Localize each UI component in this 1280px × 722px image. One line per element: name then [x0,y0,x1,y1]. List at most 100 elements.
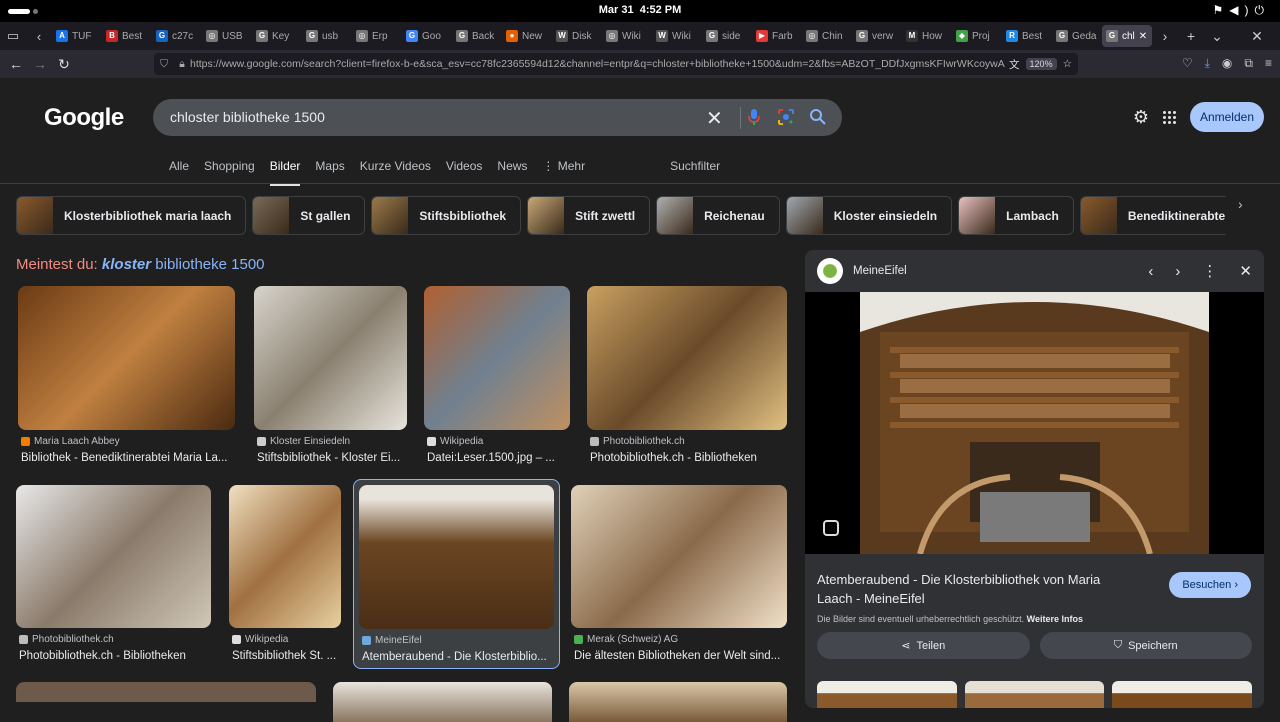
previous-icon[interactable]: ‹ [1148,263,1153,280]
site-name[interactable]: MeineEifel [853,265,1126,277]
result-source[interactable]: Merak (Schweiz) AG [574,634,787,645]
result-image-partial[interactable] [333,682,552,722]
microphone-icon[interactable] [747,108,761,126]
browser-tab[interactable]: ◆ Proj [952,25,1002,47]
browser-tab[interactable]: ◎ Chin [802,25,852,47]
menu-icon[interactable]: ≡ [1265,56,1272,71]
refinement-chip[interactable]: Kloster einsiedeln [785,196,953,235]
browser-tab[interactable]: G Goo [402,25,452,47]
search-filter-button[interactable]: Suchfilter [670,159,720,186]
result-source[interactable]: MeineEifel [362,635,554,646]
more-options-icon[interactable]: ⋮ [1202,262,1217,280]
tab-kurze-videos[interactable]: Kurze Videos [360,159,431,186]
translate-icon[interactable]: 文 [1009,57,1020,72]
result-source[interactable]: Kloster Einsiedeln [257,436,407,447]
browser-tab[interactable]: W Wiki [652,25,702,47]
reload-button[interactable]: ↻ [52,56,76,73]
image-result[interactable]: MeineEifel Atemberaubend - Die Klosterbib… [353,479,560,669]
browser-tab[interactable]: ◎ Erp [352,25,402,47]
browser-tab[interactable]: M How [902,25,952,47]
result-image[interactable] [359,485,554,629]
save-button[interactable]: ⛉ Speichern [1039,632,1252,659]
browser-tab[interactable]: G Geda [1052,25,1102,47]
lock-icon[interactable]: 🔒︎ [174,58,190,71]
tab-close-icon[interactable]: ✕ [1139,31,1147,42]
tab-list-button[interactable]: ⌄ [1204,28,1230,45]
sign-in-button[interactable]: Anmelden [1189,102,1264,132]
result-title[interactable]: Bibliothek - Benediktinerabtei Maria La.… [21,452,235,464]
next-icon[interactable]: › [1175,263,1180,280]
google-lens-icon[interactable] [778,109,794,125]
tab-overview-icon[interactable]: ▭ [0,28,26,44]
browser-tab[interactable]: ▶ Farb [752,25,802,47]
image-result[interactable]: Kloster Einsiedeln Stiftsbibliothek - Klo… [254,286,407,464]
tab-scroll-left-icon[interactable]: ‹ [26,29,52,44]
browser-tab[interactable]: ● New [502,25,552,47]
browser-tab[interactable]: B Best [102,25,152,47]
chips-next-icon[interactable]: › [1238,196,1243,212]
tab-bilder[interactable]: Bilder [269,159,301,186]
browser-tab[interactable]: G Back [452,25,502,47]
related-image[interactable] [817,681,957,708]
image-result[interactable]: Photobibliothek.ch Photobibliothek.ch - B… [16,485,211,662]
system-tray[interactable]: ⚑◀)⏻ [1213,3,1271,18]
result-source[interactable]: Wikipedia [427,436,570,447]
tab-shopping[interactable]: Shopping [204,159,255,186]
refinement-chip[interactable]: St gallen [252,196,366,235]
did-you-mean-link[interactable]: kloster bibliotheke 1500 [102,256,265,273]
result-image-partial[interactable] [569,682,787,722]
browser-tab[interactable]: ◎ USB [202,25,252,47]
lens-search-icon[interactable] [823,520,839,536]
zoom-level[interactable]: 120% [1025,58,1057,70]
tab-maps[interactable]: Maps [315,159,344,186]
result-image-partial[interactable] [16,682,316,702]
clear-search-icon[interactable]: ✕ [706,106,723,131]
refinement-chip[interactable]: Stift zwettl [527,196,651,235]
tab-alle[interactable]: Alle [169,159,189,186]
apps-grid-icon[interactable] [1162,110,1176,124]
result-title[interactable]: Photobibliothek.ch - Bibliotheken [19,650,211,662]
image-result[interactable]: Maria Laach Abbey Bibliothek - Benediktin… [18,286,235,464]
result-title[interactable]: Datei:Leser.1500.jpg – ... [427,452,570,464]
preview-image[interactable] [860,292,1209,554]
result-image[interactable] [571,485,787,628]
forward-button[interactable]: → [28,56,52,72]
browser-tab[interactable]: Gc27c [152,25,202,47]
address-bar[interactable]: ⛉ 🔒︎ https://www.google.com/search?clien… [154,53,1078,75]
account-icon[interactable]: ◉ [1222,56,1232,71]
search-icon[interactable] [809,108,826,125]
browser-tab[interactable]: Gusb [302,25,352,47]
shield-icon[interactable]: ⛉ [154,58,174,71]
result-image[interactable] [18,286,235,430]
more-info-link[interactable]: Weitere Infos [1027,614,1083,624]
close-icon[interactable]: ✕ [1239,262,1252,280]
related-image[interactable] [964,681,1105,708]
browser-tab[interactable]: G Key [252,25,302,47]
browser-tab[interactable]: Gchl ✕ [1102,25,1152,47]
refinement-chip[interactable]: Reichenau [656,196,780,235]
browser-tab[interactable]: W Disk [552,25,602,47]
result-source[interactable]: Photobibliothek.ch [19,634,211,645]
tab-videos[interactable]: Videos [446,159,482,186]
refinement-chip[interactable]: Stiftsbibliothek [371,196,522,235]
result-image[interactable] [16,485,211,628]
tab-scroll-right-icon[interactable]: › [1152,28,1178,44]
browser-tab[interactable]: Gverw [852,25,902,47]
image-result[interactable]: Photobibliothek.ch Photobibliothek.ch - B… [587,286,787,464]
image-result[interactable]: Wikipedia Datei:Leser.1500.jpg – ... [424,286,570,464]
refinement-chip[interactable]: Benediktinerabtei maria [1079,196,1226,235]
result-title[interactable]: Photobibliothek.ch - Bibliotheken [590,452,787,464]
result-title[interactable]: Stiftsbibliothek - Kloster Ei... [257,452,407,464]
google-logo[interactable]: Google [44,104,124,132]
result-title[interactable]: Atemberaubend - Die Klosterbiblio... [362,651,554,663]
result-image[interactable] [254,286,407,430]
result-source[interactable]: Maria Laach Abbey [21,436,235,447]
image-result[interactable]: Wikipedia Stiftsbibliothek St. ... [229,485,341,662]
close-window-button[interactable]: ✕ [1244,28,1270,45]
result-image[interactable] [229,485,341,628]
new-tab-button[interactable]: + [1178,28,1204,44]
back-button[interactable]: ← [4,56,28,72]
browser-tab[interactable]: A TUF [52,25,102,47]
search-box[interactable]: chloster bibliotheke 1500 ✕ [153,99,842,136]
browser-tab[interactable]: ◎ Wiki [602,25,652,47]
